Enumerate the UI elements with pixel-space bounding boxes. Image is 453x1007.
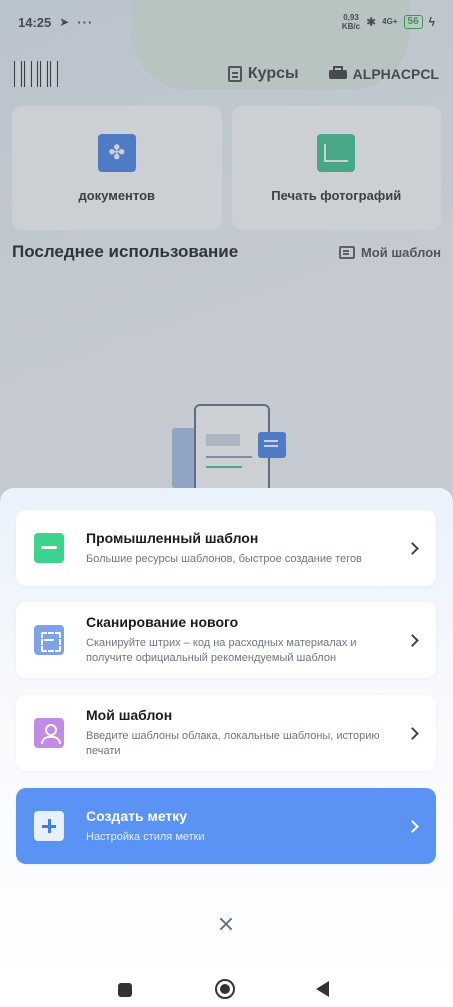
option-subtitle: Введите шаблоны облака, локальные шаблон… xyxy=(86,730,380,757)
close-icon[interactable] xyxy=(213,912,239,938)
back-icon[interactable] xyxy=(316,981,329,997)
home-icon[interactable] xyxy=(215,979,235,999)
option-subtitle: Сканируйте штрих – код на расходных мате… xyxy=(86,637,357,664)
scan-new-option[interactable]: Сканирование нового Сканируйте штрих – к… xyxy=(16,602,436,678)
option-title: Сканирование нового xyxy=(86,614,239,630)
industrial-template-option[interactable]: Промышленный шаблон Большие ресурсы шабл… xyxy=(16,510,436,586)
scan-icon xyxy=(34,625,64,655)
chevron-right-icon xyxy=(406,819,420,833)
create-label-text: Создать метку Настройка стиля метки xyxy=(86,808,406,845)
create-label-subtitle: Настройка стиля метки xyxy=(86,830,205,843)
user-template-icon xyxy=(34,718,64,748)
system-nav-bar xyxy=(0,966,453,1007)
scan-new-text: Сканирование нового Сканируйте штрих – к… xyxy=(86,614,406,666)
plus-icon xyxy=(34,811,64,841)
my-template-text: Мой шаблон Введите шаблоны облака, локал… xyxy=(86,707,406,759)
option-title: Промышленный шаблон xyxy=(86,529,259,546)
my-template-option[interactable]: Мой шаблон Введите шаблоны облака, локал… xyxy=(16,695,436,771)
option-subtitle: Большие ресурсы шаблонов, быстрое создан… xyxy=(86,552,362,565)
create-label-button[interactable]: Создать метку Настройка стиля метки xyxy=(16,788,436,864)
chevron-right-icon xyxy=(406,633,420,647)
chevron-right-icon xyxy=(406,541,420,555)
industrial-template-icon xyxy=(34,533,64,563)
chevron-right-icon xyxy=(406,726,420,740)
option-title: Мой шаблон xyxy=(86,707,173,723)
create-label-title: Создать метку xyxy=(86,807,188,824)
recent-apps-icon[interactable] xyxy=(118,983,132,997)
industrial-template-text: Промышленный шаблон Большие ресурсы шабл… xyxy=(86,530,406,567)
